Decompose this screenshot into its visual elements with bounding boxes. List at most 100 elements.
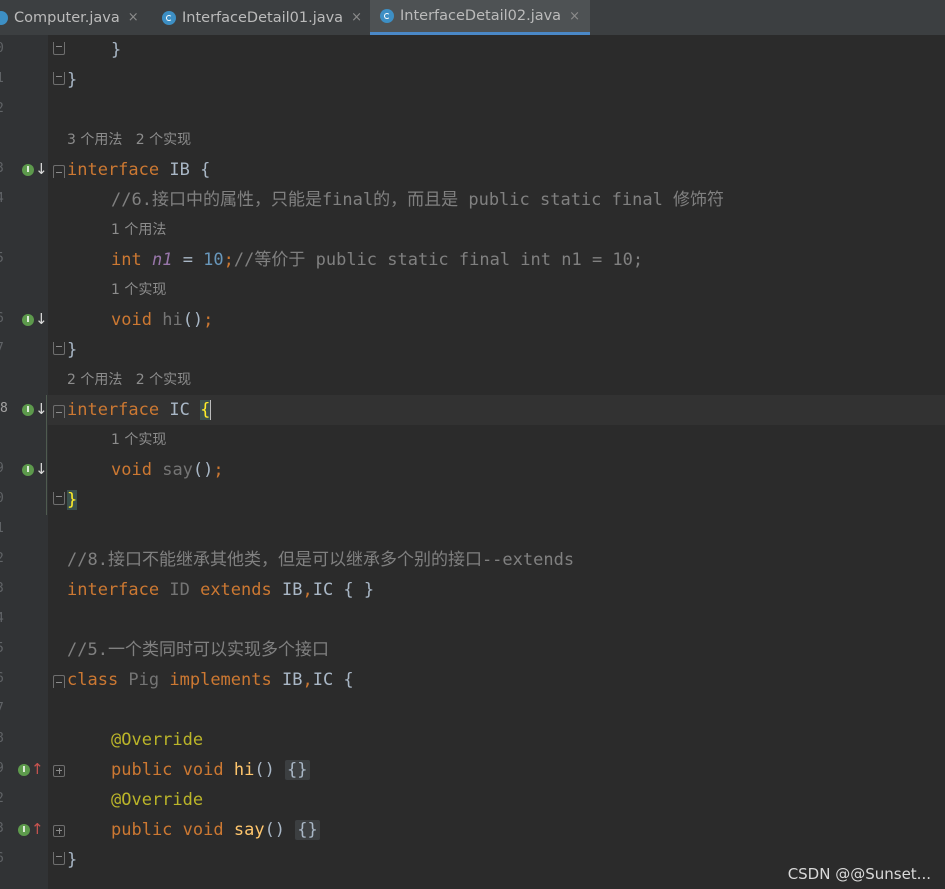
code-line[interactable]: int n1 = 10;//等价于 public static final in… <box>111 245 643 275</box>
line-number: 2 <box>0 791 8 806</box>
line-number: 7 <box>0 341 8 356</box>
keyword: interface <box>67 580 160 600</box>
fold-expand-icon[interactable] <box>53 765 65 777</box>
text-cursor <box>210 400 212 420</box>
code-line[interactable]: public void hi() {} <box>111 755 310 785</box>
fold-start-icon[interactable] <box>53 165 65 178</box>
tab-label: InterfaceDetail02.java <box>400 8 562 24</box>
keyword: implements <box>169 670 272 690</box>
comment: //等价于 public static final int n1 = 10; <box>233 250 644 270</box>
code-line[interactable]: } <box>67 485 78 515</box>
comma: , <box>302 580 313 600</box>
semicolon: ; <box>223 250 234 270</box>
code-line[interactable]: @Override <box>111 785 203 815</box>
code-line[interactable]: } <box>67 65 77 95</box>
line-number: 3 <box>0 821 8 836</box>
has-implementations-icon[interactable]: I ↓ <box>22 460 48 478</box>
line-number: 3 <box>0 581 8 596</box>
line-number: 2 <box>0 551 8 566</box>
line-number: 0 <box>0 41 8 56</box>
comment: //8.接口不能继承其他类，但是可以继承多个别的接口--extends <box>67 550 575 570</box>
parentheses: () <box>254 760 286 780</box>
keyword: extends <box>200 580 272 600</box>
fold-end-icon[interactable] <box>53 492 65 505</box>
close-tab-icon[interactable]: × <box>128 10 139 25</box>
line-number: 4 <box>0 191 8 206</box>
line-number: 8 <box>0 731 8 746</box>
opening-brace: { <box>200 160 211 180</box>
identifier: IB <box>271 580 303 600</box>
identifier: IC <box>159 400 201 420</box>
keyword: void <box>111 460 152 480</box>
fold-start-icon[interactable] <box>53 675 65 688</box>
fold-end-icon[interactable] <box>53 72 65 85</box>
tab-interfacedetail02-java[interactable]: InterfaceDetail02.java × <box>370 0 590 35</box>
code-line[interactable]: interface ID extends IB,IC { } <box>67 575 374 605</box>
identifier: IC { <box>312 670 354 690</box>
has-implementations-icon[interactable]: I ↓ <box>22 160 48 178</box>
folded-body[interactable]: {} <box>295 820 320 840</box>
closing-brace: } <box>67 340 78 360</box>
code-line[interactable]: @Override <box>111 725 203 755</box>
line-number: 6 <box>0 311 8 326</box>
code-line[interactable]: //6.接口中的属性，只能是final的，而且是 public static f… <box>111 185 724 215</box>
java-file-icon <box>0 10 8 25</box>
fold-end-icon[interactable] <box>53 342 65 355</box>
editor-tab-bar: Computer.java × InterfaceDetail01.java ×… <box>0 0 945 36</box>
keyword: public void <box>111 820 224 840</box>
code-line[interactable]: } <box>67 335 77 365</box>
parentheses: () <box>182 310 204 330</box>
operator: = <box>172 250 204 270</box>
keyword: void <box>111 310 152 330</box>
fold-end-icon[interactable] <box>53 42 65 55</box>
java-class-icon <box>162 10 176 25</box>
number-literal: 10 <box>203 250 224 270</box>
usage-hint[interactable]: 3 个用法 2 个实现 <box>67 125 191 155</box>
folded-body[interactable]: {} <box>285 760 310 780</box>
fold-expand-icon[interactable] <box>53 825 65 837</box>
code-line[interactable]: interface IB { <box>67 155 210 185</box>
comma: , <box>302 670 313 690</box>
close-tab-icon[interactable]: × <box>351 10 362 25</box>
semicolon: ; <box>213 460 224 480</box>
fold-end-icon[interactable] <box>53 852 65 865</box>
has-implementations-icon[interactable]: I ↓ <box>22 400 48 418</box>
method-name: say <box>233 820 265 840</box>
tab-computer-java[interactable]: Computer.java × <box>0 0 139 35</box>
code-line[interactable]: } <box>111 35 121 65</box>
code-line[interactable]: } <box>67 845 77 875</box>
usage-hint[interactable]: 1 个用法 <box>111 215 166 245</box>
code-line[interactable]: public void say() {} <box>111 815 320 845</box>
line-number: 5 <box>0 641 8 656</box>
identifier: IB <box>271 670 303 690</box>
parentheses: () <box>192 460 214 480</box>
closing-brace: } <box>67 850 78 870</box>
annotation: @Override <box>111 730 204 750</box>
keyword: interface <box>67 400 160 420</box>
line-number: 9 <box>0 761 8 776</box>
has-implementations-icon[interactable]: I ↓ <box>22 310 48 328</box>
code-line[interactable]: //5.一个类同时可以实现多个接口 <box>67 635 329 665</box>
keyword: class <box>67 670 119 690</box>
line-number: 4 <box>0 611 8 626</box>
implements-method-icon[interactable]: I ↑ <box>18 820 44 838</box>
line-number: 9 <box>0 461 8 476</box>
close-tab-icon[interactable]: × <box>569 9 580 24</box>
code-line[interactable]: //8.接口不能继承其他类，但是可以继承多个别的接口--extends <box>67 545 574 575</box>
code-line[interactable]: void hi(); <box>111 305 213 335</box>
usage-hint[interactable]: 2 个用法 2 个实现 <box>67 365 191 395</box>
code-line-current[interactable]: interface IC { <box>67 395 212 425</box>
code-line[interactable]: void say(); <box>111 455 224 485</box>
implementation-hint[interactable]: 1 个实现 <box>111 425 166 455</box>
keyword: public void <box>111 760 224 780</box>
implements-method-icon[interactable]: I ↑ <box>18 760 44 778</box>
implementation-hint[interactable]: 1 个实现 <box>111 275 166 305</box>
identifier: Pig <box>118 670 170 690</box>
tab-label: Computer.java <box>14 9 120 26</box>
code-line[interactable]: class Pig implements IB,IC { <box>67 665 354 695</box>
identifier: ID <box>159 580 201 600</box>
fold-start-icon[interactable] <box>53 405 65 418</box>
tab-interfacedetail01-java[interactable]: InterfaceDetail01.java × <box>162 0 362 35</box>
identifier: IB <box>159 160 201 180</box>
line-number: 7 <box>0 701 8 716</box>
